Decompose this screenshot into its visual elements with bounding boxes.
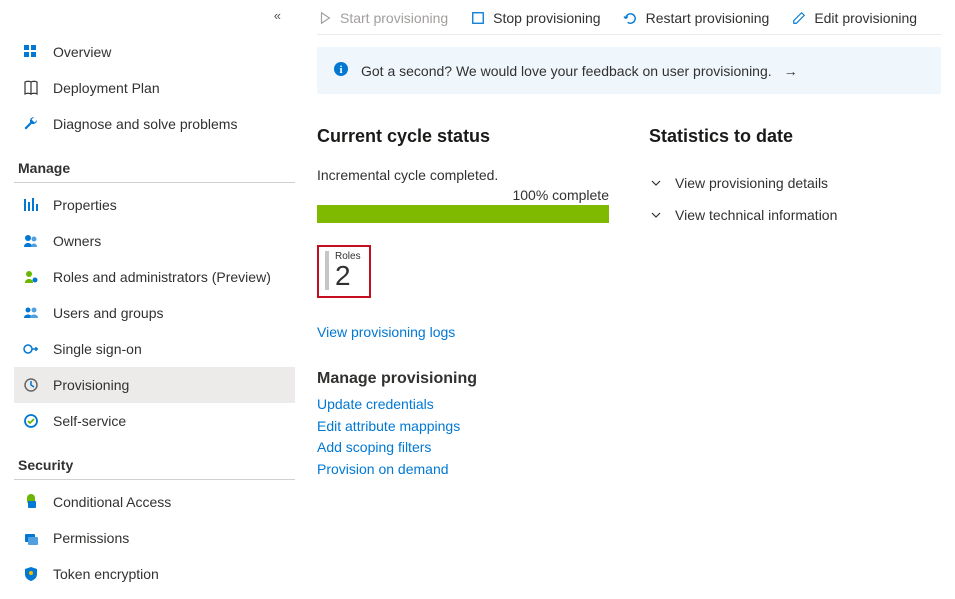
conditional-access-icon: [22, 493, 40, 511]
sidebar-item-provisioning[interactable]: Provisioning: [14, 367, 295, 403]
sidebar-item-label: Conditional Access: [53, 494, 171, 510]
sidebar-item-label: Deployment Plan: [53, 80, 160, 96]
chevron-down-icon: [649, 209, 663, 221]
edit-icon: [791, 10, 807, 26]
sidebar-item-label: Overview: [53, 44, 111, 60]
edit-attribute-mappings-link[interactable]: Edit attribute mappings: [317, 416, 609, 438]
toolbar-label: Stop provisioning: [493, 10, 600, 26]
sidebar-section-security: Security: [14, 439, 295, 480]
sidebar: « Overview Deployment Plan Diagnose and …: [0, 0, 295, 599]
cycle-status-text: Incremental cycle completed.: [317, 167, 609, 183]
collapse-icon[interactable]: «: [274, 8, 281, 23]
toolbar: Start provisioning Stop provisioning Res…: [317, 0, 941, 35]
toolbar-label: Edit provisioning: [814, 10, 917, 26]
book-icon: [22, 79, 40, 97]
sidebar-item-label: Single sign-on: [53, 341, 142, 357]
sidebar-item-label: Properties: [53, 197, 117, 213]
roles-count: 2: [335, 262, 361, 290]
toolbar-label: Restart provisioning: [646, 10, 770, 26]
view-provisioning-details-expander[interactable]: View provisioning details: [649, 167, 941, 199]
sidebar-item-deployment-plan[interactable]: Deployment Plan: [14, 70, 295, 106]
view-logs-link[interactable]: View provisioning logs: [317, 324, 609, 340]
sidebar-item-permissions[interactable]: Permissions: [14, 520, 295, 556]
feedback-banner[interactable]: i Got a second? We would love your feedb…: [317, 47, 941, 94]
update-credentials-link[interactable]: Update credentials: [317, 394, 609, 416]
sidebar-item-conditional-access[interactable]: Conditional Access: [14, 484, 295, 520]
svg-text:i: i: [339, 64, 342, 76]
chevron-down-icon: [649, 177, 663, 189]
expander-label: View technical information: [675, 207, 837, 223]
sidebar-item-properties[interactable]: Properties: [14, 187, 295, 223]
provision-on-demand-link[interactable]: Provision on demand: [317, 459, 609, 481]
roles-icon: [22, 268, 40, 286]
expander-label: View provisioning details: [675, 175, 828, 191]
sidebar-item-diagnose[interactable]: Diagnose and solve problems: [14, 106, 295, 142]
sidebar-item-label: Diagnose and solve problems: [53, 116, 237, 132]
current-cycle-heading: Current cycle status: [317, 126, 609, 147]
owners-icon: [22, 232, 40, 250]
sidebar-item-sso[interactable]: Single sign-on: [14, 331, 295, 367]
provisioning-icon: [22, 376, 40, 394]
arrow-right-icon: →: [784, 63, 798, 79]
manage-provisioning-heading: Manage provisioning: [317, 370, 609, 388]
feedback-text: Got a second? We would love your feedbac…: [361, 63, 772, 79]
view-technical-information-expander[interactable]: View technical information: [649, 199, 941, 231]
properties-icon: [22, 196, 40, 214]
sidebar-item-roles[interactable]: Roles and administrators (Preview): [14, 259, 295, 295]
roles-tile[interactable]: Roles 2: [317, 245, 371, 298]
sidebar-item-owners[interactable]: Owners: [14, 223, 295, 259]
sidebar-item-label: Owners: [53, 233, 101, 249]
progress-bar: [317, 205, 609, 223]
sidebar-item-token-encryption[interactable]: Token encryption: [14, 556, 295, 592]
self-service-icon: [22, 412, 40, 430]
sidebar-item-label: Roles and administrators (Preview): [53, 269, 271, 285]
stop-provisioning-button[interactable]: Stop provisioning: [470, 10, 600, 26]
sidebar-item-label: Token encryption: [53, 566, 159, 582]
sidebar-item-label: Users and groups: [53, 305, 164, 321]
add-scoping-filters-link[interactable]: Add scoping filters: [317, 437, 609, 459]
statistics-heading: Statistics to date: [649, 126, 941, 147]
toolbar-label: Start provisioning: [340, 10, 448, 26]
restart-provisioning-button[interactable]: Restart provisioning: [623, 10, 770, 26]
restart-icon: [623, 10, 639, 26]
sidebar-item-overview[interactable]: Overview: [14, 34, 295, 70]
sidebar-item-label: Self-service: [53, 413, 126, 429]
play-icon: [317, 10, 333, 26]
sidebar-item-label: Permissions: [53, 530, 129, 546]
overview-icon: [22, 43, 40, 61]
stop-icon: [470, 10, 486, 26]
permissions-icon: [22, 529, 40, 547]
edit-provisioning-button[interactable]: Edit provisioning: [791, 10, 917, 26]
sidebar-item-users-groups[interactable]: Users and groups: [14, 295, 295, 331]
sso-icon: [22, 340, 40, 358]
sidebar-section-manage: Manage: [14, 142, 295, 183]
sidebar-item-self-service[interactable]: Self-service: [14, 403, 295, 439]
sidebar-item-label: Provisioning: [53, 377, 129, 393]
wrench-icon: [22, 115, 40, 133]
start-provisioning-button: Start provisioning: [317, 10, 448, 26]
shield-icon: [22, 565, 40, 583]
info-icon: i: [333, 61, 349, 80]
main-pane: Start provisioning Stop provisioning Res…: [295, 0, 955, 599]
progress-label: 100% complete: [317, 187, 609, 203]
users-groups-icon: [22, 304, 40, 322]
